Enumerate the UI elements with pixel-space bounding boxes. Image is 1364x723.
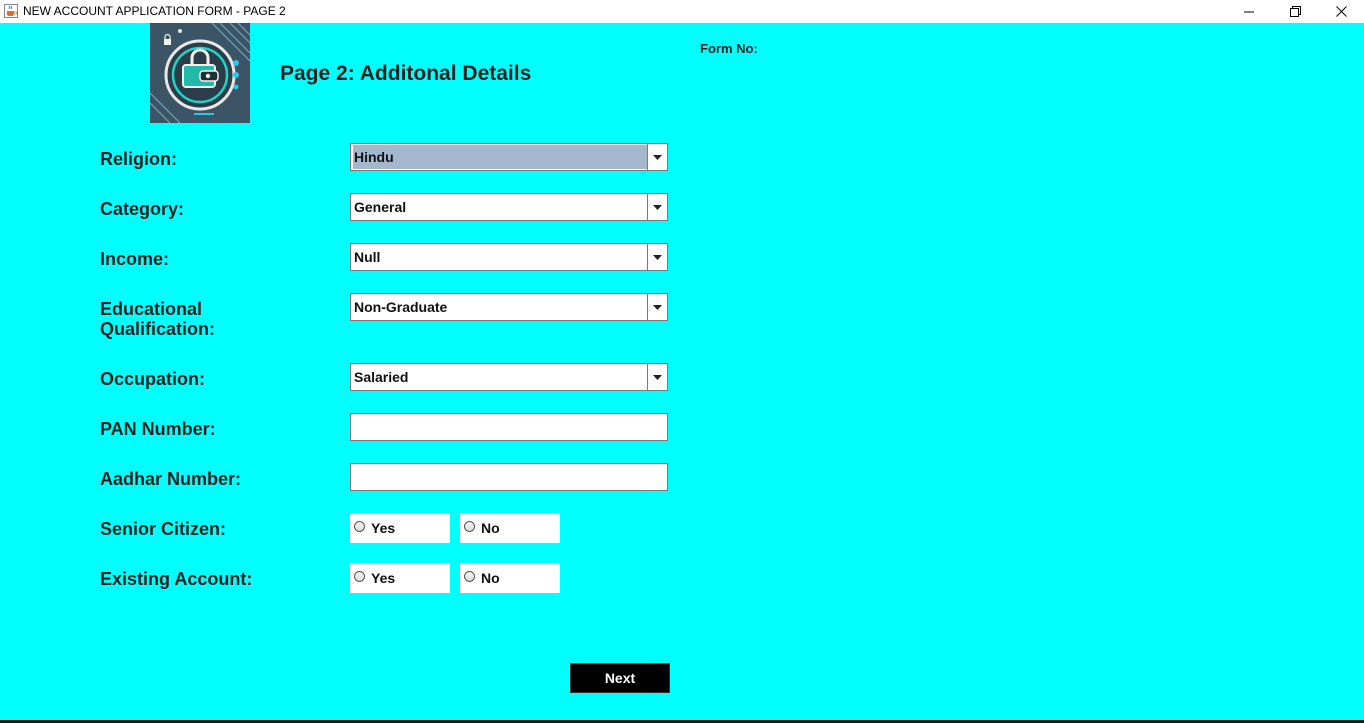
religion-value: Hindu xyxy=(353,145,647,169)
form-panel: Page 2: Additonal Details Form No: Relig… xyxy=(0,23,1364,720)
religion-dropdown[interactable]: Hindu xyxy=(350,143,668,171)
close-icon xyxy=(1335,6,1347,17)
education-label: Educational Qualification: xyxy=(100,299,215,339)
senior-citizen-yes-radio[interactable]: Yes xyxy=(350,513,450,543)
window-title: NEW ACCOUNT APPLICATION FORM - PAGE 2 xyxy=(23,4,286,18)
chevron-down-icon xyxy=(653,254,662,260)
pan-label: PAN Number: xyxy=(100,419,216,439)
occupation-value: Salaried xyxy=(354,369,409,385)
chevron-down-icon xyxy=(653,304,662,310)
education-label-line1: Educational xyxy=(100,299,203,319)
existing-account-yes-label: Yes xyxy=(371,570,396,586)
window-titlebar[interactable]: NEW ACCOUNT APPLICATION FORM - PAGE 2 xyxy=(0,0,1364,24)
radio-circle[interactable] xyxy=(464,571,475,582)
next-button[interactable]: Next xyxy=(570,663,670,693)
category-value: General xyxy=(354,199,407,215)
close-button[interactable] xyxy=(1318,0,1364,23)
category-label: Category: xyxy=(100,199,185,219)
radio-circle[interactable] xyxy=(354,521,365,532)
page-title: Page 2: Additonal Details xyxy=(280,62,532,85)
category-dropdown-arrow[interactable] xyxy=(647,194,667,220)
restore-icon xyxy=(1289,6,1301,17)
occupation-label: Occupation: xyxy=(100,369,206,389)
existing-account-no-radio[interactable]: No xyxy=(460,563,560,593)
senior-citizen-no-label: No xyxy=(481,520,500,536)
aadhar-number-input[interactable] xyxy=(350,463,668,491)
education-dropdown-arrow[interactable] xyxy=(647,294,667,320)
chevron-down-icon xyxy=(653,204,662,210)
religion-label: Religion: xyxy=(100,149,177,169)
income-dropdown-arrow[interactable] xyxy=(647,244,667,270)
education-dropdown[interactable]: Non-Graduate xyxy=(350,293,668,321)
minimize-button[interactable] xyxy=(1226,0,1272,23)
existing-account-yes-radio[interactable]: Yes xyxy=(350,563,450,593)
java-cup-icon xyxy=(4,4,18,18)
senior-citizen-no-radio[interactable]: No xyxy=(460,513,560,543)
existing-account-label: Existing Account: xyxy=(100,569,253,589)
aadhar-label: Aadhar Number: xyxy=(100,469,242,489)
income-label: Income: xyxy=(100,249,170,269)
education-value: Non-Graduate xyxy=(354,299,448,315)
occupation-dropdown[interactable]: Salaried xyxy=(350,363,668,391)
minimize-icon xyxy=(1244,11,1254,12)
radio-circle[interactable] xyxy=(464,521,475,532)
religion-dropdown-arrow[interactable] xyxy=(647,144,667,170)
occupation-dropdown-arrow[interactable] xyxy=(647,364,667,390)
senior-citizen-yes-label: Yes xyxy=(371,520,396,536)
income-value: Null xyxy=(354,249,381,265)
chevron-down-icon xyxy=(653,374,662,380)
education-label-line2: Qualification: xyxy=(100,319,216,339)
restore-button[interactable] xyxy=(1272,0,1318,23)
chevron-down-icon xyxy=(653,154,662,160)
pan-number-input[interactable] xyxy=(350,413,668,441)
existing-account-no-label: No xyxy=(481,570,500,586)
senior-citizen-label: Senior Citizen: xyxy=(100,519,227,539)
lock-wallet-logo xyxy=(150,23,250,123)
radio-circle[interactable] xyxy=(354,571,365,582)
category-dropdown[interactable]: General xyxy=(350,193,668,221)
income-dropdown[interactable]: Null xyxy=(350,243,668,271)
form-number-label: Form No: xyxy=(700,41,758,56)
